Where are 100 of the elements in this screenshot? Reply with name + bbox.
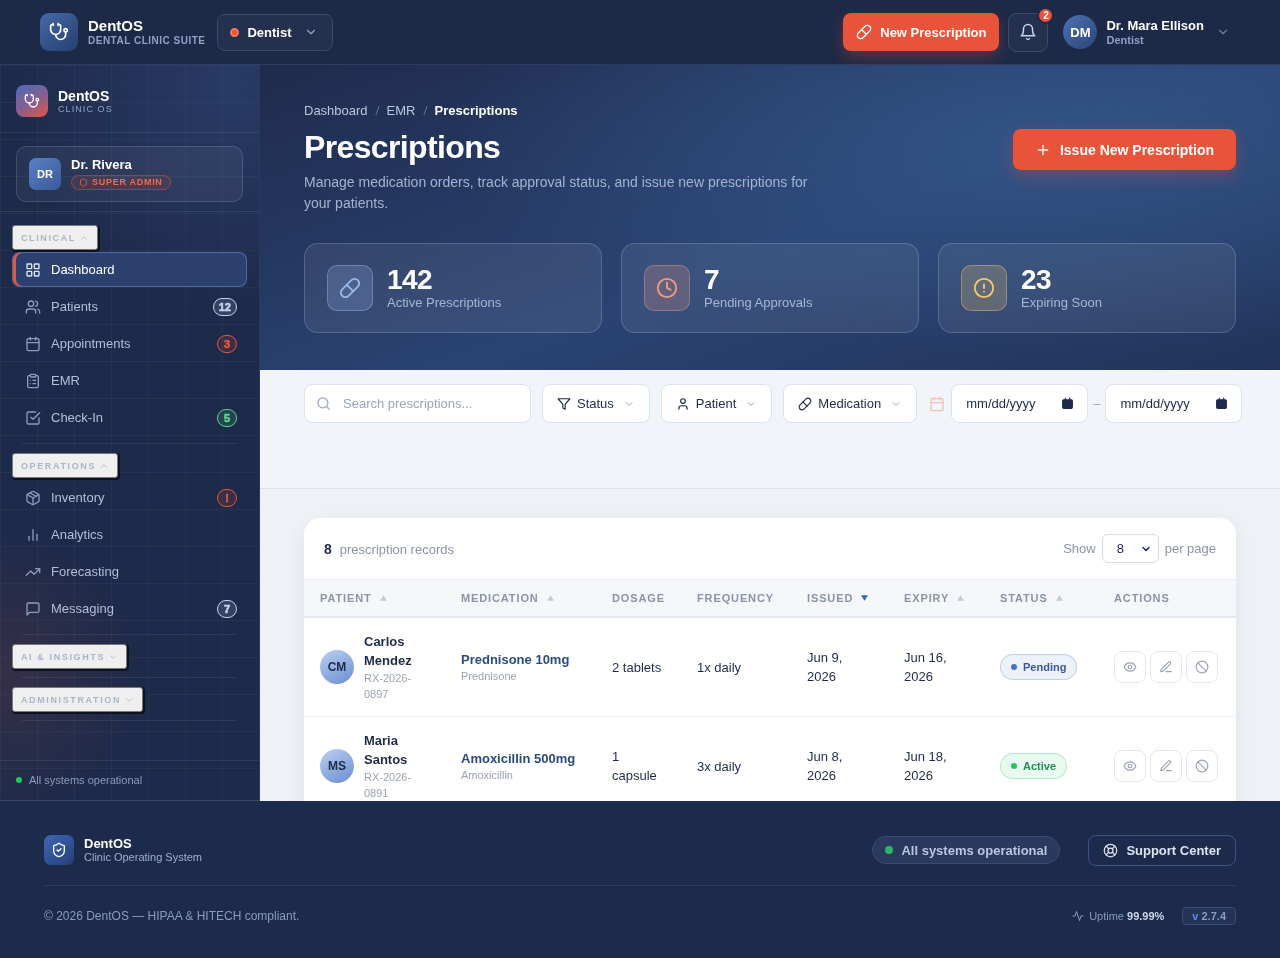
stat-value: 7 xyxy=(704,265,720,295)
record-count: 8 xyxy=(324,540,332,557)
page-size-label: per page xyxy=(1164,541,1216,556)
generic-name: Amoxicillin xyxy=(461,768,514,783)
system-status-text: All systems operational xyxy=(29,773,143,787)
count-badge: 12 xyxy=(212,297,237,316)
slash-icon xyxy=(374,105,380,116)
brand-tagline: Clinic Operating System xyxy=(84,851,202,864)
clipboard-icon xyxy=(25,372,41,389)
page-size-select[interactable]: 8 xyxy=(1101,534,1159,563)
view-button[interactable] xyxy=(1114,750,1146,782)
stat-value: 142 xyxy=(387,265,434,295)
calendar-icon xyxy=(25,335,41,352)
pill-icon xyxy=(798,396,813,411)
table-cell: Jun 18, 2026 xyxy=(904,749,947,783)
version-badge: v 2.7.4 xyxy=(1182,907,1236,925)
nav-item[interactable]: Inventory ! xyxy=(12,480,247,515)
stat-label: Expiring Soon xyxy=(1021,295,1102,311)
filter-dropdown[interactable]: Status xyxy=(542,384,650,423)
table-cell: 3x daily xyxy=(697,758,742,774)
calendar-icon xyxy=(929,395,946,412)
table-cell: 1 capsule xyxy=(612,749,657,783)
page-size-label: Show xyxy=(1063,541,1096,556)
table-cell: 2 tablets xyxy=(612,659,662,675)
stat-value: 23 xyxy=(1021,265,1053,295)
table-cell: 1x daily xyxy=(697,659,742,675)
rx-number: RX-2026-0897 xyxy=(364,671,413,702)
status-label: Active xyxy=(1023,759,1057,773)
date-field[interactable]: mm/dd/yyyy xyxy=(951,384,1089,423)
layout-grid-icon xyxy=(25,261,41,278)
table-cell: Jun 16, 2026 xyxy=(904,650,947,684)
nav-item[interactable]: Analytics xyxy=(12,517,247,552)
edit-button[interactable] xyxy=(1150,750,1182,782)
nav-item[interactable]: Dashboard xyxy=(12,252,247,287)
pulse-icon xyxy=(1072,910,1085,922)
support-center-button[interactable]: Support Center xyxy=(1088,834,1236,866)
nav-item[interactable]: Forecasting xyxy=(12,554,247,589)
shield-icon xyxy=(79,178,88,187)
count-badge: ! xyxy=(217,488,237,507)
breadcrumb-link[interactable]: EMR xyxy=(386,103,416,118)
filter-dropdown[interactable]: Patient xyxy=(660,384,773,423)
stethoscope-icon xyxy=(40,13,78,51)
user-name: Dr. Mara Ellison xyxy=(1106,17,1204,33)
table-cell: Jun 8, 2026 xyxy=(807,749,843,783)
column-header: DOSAGE xyxy=(611,592,666,604)
copyright-text: © 2026 DentOS — HIPAA & HITECH compliant. xyxy=(44,909,300,923)
count-badge: 7 xyxy=(217,599,237,618)
role-badge-text: SUPER ADMIN xyxy=(92,177,163,188)
dot-icon xyxy=(230,27,240,37)
nav-item[interactable]: EMR xyxy=(12,363,247,398)
calendar-icon xyxy=(1215,397,1229,410)
medication-name: Amoxicillin 500mg xyxy=(461,750,577,768)
brand-name: DentOS xyxy=(84,836,133,851)
patient-avatar: CM xyxy=(320,650,354,684)
revoke-button[interactable] xyxy=(1186,750,1218,782)
ban-icon xyxy=(1195,759,1209,773)
pill-icon xyxy=(856,24,873,40)
brand-name: DentOS xyxy=(88,17,144,34)
funnel-icon xyxy=(557,396,571,411)
checkbox-icon xyxy=(25,409,41,426)
patient-avatar: MS xyxy=(320,749,354,783)
patient-name: Carlos Mendez xyxy=(364,633,413,670)
page-description: Manage medication orders, track approval status, and issue new prescriptions for your patients. xyxy=(304,173,809,213)
issue-prescription-button[interactable]: Issue New Prescription xyxy=(1012,129,1236,170)
stat-label: Pending Approvals xyxy=(704,295,813,311)
status-dot-icon xyxy=(16,777,22,783)
user-avatar: DM xyxy=(1063,15,1098,49)
rx-number: RX-2026-0891 xyxy=(364,770,413,801)
eye-icon xyxy=(1123,759,1137,773)
nav-item[interactable]: Check-In 5 xyxy=(12,400,247,435)
nav-item[interactable]: Messaging 7 xyxy=(12,591,247,626)
revoke-button[interactable] xyxy=(1186,651,1218,683)
patient-name: Maria Santos xyxy=(364,732,409,769)
column-header: FREQUENCY xyxy=(696,592,775,604)
table-cell: Jun 9, 2026 xyxy=(807,650,843,684)
stethoscope-icon xyxy=(16,85,48,117)
count-badge: 3 xyxy=(217,334,237,353)
new-prescription-button[interactable]: New Prescription xyxy=(843,13,1000,51)
status-dot-icon xyxy=(885,846,894,854)
user-name: Dr. Rivera xyxy=(71,157,133,172)
count-badge: 5 xyxy=(217,408,237,427)
breadcrumb-current: Prescriptions xyxy=(434,103,518,118)
uptime-text: Uptime 99.99% xyxy=(1089,910,1165,922)
brand-name: DentOS xyxy=(58,88,111,104)
medication-name: Prednisone 10mg xyxy=(461,651,571,669)
view-button[interactable] xyxy=(1114,651,1146,683)
nav-item[interactable]: Appointments 3 xyxy=(12,326,247,361)
status-label: Pending xyxy=(1023,660,1067,674)
filter-dropdown[interactable]: Medication xyxy=(783,384,918,423)
edit-button[interactable] xyxy=(1150,651,1182,683)
brand-tagline: DENTAL CLINIC SUITE xyxy=(88,34,206,47)
column-header: ACTIONS xyxy=(1113,592,1171,604)
role-switcher[interactable]: Dentist xyxy=(217,13,333,51)
user-avatar: DR xyxy=(29,158,61,190)
search-field[interactable]: Search prescriptions... xyxy=(304,384,531,423)
generic-name: Prednisone xyxy=(461,669,518,684)
breadcrumb-link[interactable]: Dashboard xyxy=(304,103,368,118)
date-field[interactable]: mm/dd/yyyy xyxy=(1105,384,1243,423)
person-icon xyxy=(675,396,690,411)
nav-item[interactable]: Patients 12 xyxy=(12,289,247,324)
